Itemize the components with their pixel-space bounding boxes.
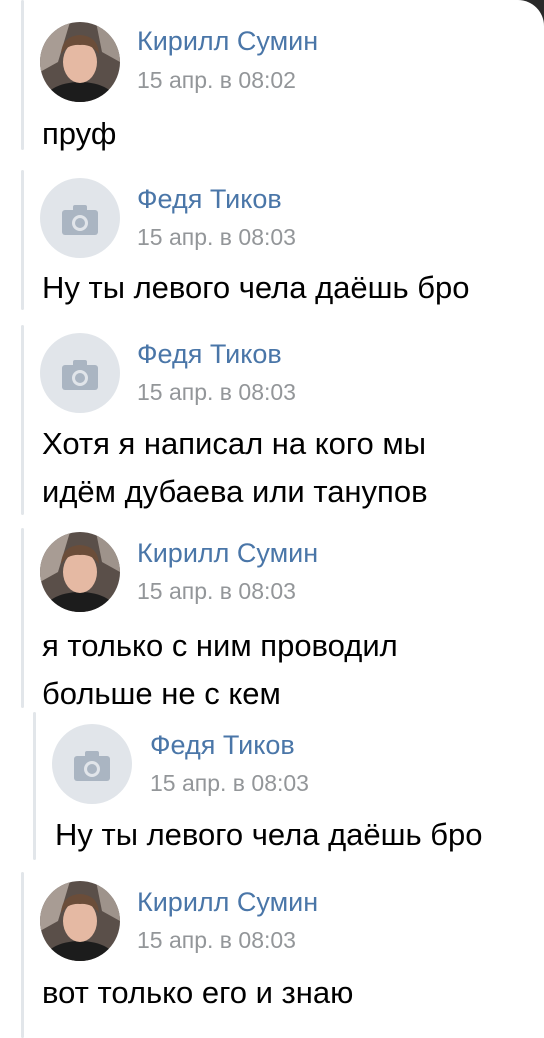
- user-photo-icon: [40, 532, 120, 612]
- user-avatar[interactable]: [52, 724, 132, 804]
- user-photo-icon: [40, 22, 120, 102]
- author-name[interactable]: Федя Тиков: [150, 730, 295, 761]
- message: Федя Тиков 15 апр. в 08:03 Ну ты левого …: [0, 170, 544, 310]
- message-time: 15 апр. в 08:03: [150, 770, 309, 796]
- message-time: 15 апр. в 08:03: [137, 578, 296, 604]
- author-name[interactable]: Федя Тиков: [137, 339, 282, 370]
- message-time: 15 апр. в 08:03: [137, 379, 296, 405]
- camera-icon: [40, 178, 120, 258]
- message: Кирилл Сумин 15 апр. в 08:02 пруф: [0, 0, 544, 151]
- message-text-line: Ну ты левого чела даёшь бро: [55, 817, 483, 852]
- forwarded-message[interactable]: Федя Тиков 15 апр. в 08:03 Ну ты левого …: [0, 712, 544, 862]
- user-avatar[interactable]: [40, 22, 120, 102]
- quote-bar: [33, 712, 36, 860]
- message: Федя Тиков 15 апр. в 08:03 Хотя я написа…: [0, 325, 544, 515]
- message-divider-bar: [21, 0, 24, 150]
- message-text-line: больше не с кем: [42, 676, 281, 711]
- camera-icon: [40, 333, 120, 413]
- user-photo-icon: [40, 881, 120, 961]
- camera-icon: [52, 724, 132, 804]
- message-time: 15 апр. в 08:03: [137, 927, 296, 953]
- message-text-line: Хотя я написал на кого мы: [42, 426, 426, 461]
- author-name[interactable]: Кирилл Сумин: [137, 538, 318, 569]
- message-text-line: идём дубаева или танупов: [42, 474, 428, 509]
- user-avatar[interactable]: [40, 881, 120, 961]
- message-text-line: пруф: [42, 116, 117, 151]
- message-time: 15 апр. в 08:03: [137, 224, 296, 250]
- message-text-line: вот только его и знаю: [42, 975, 354, 1010]
- author-name[interactable]: Кирилл Сумин: [137, 26, 318, 57]
- user-avatar[interactable]: [40, 333, 120, 413]
- author-name[interactable]: Федя Тиков: [137, 184, 282, 215]
- user-avatar[interactable]: [40, 532, 120, 612]
- message: Кирилл Сумин 15 апр. в 08:03 я только с …: [0, 528, 544, 718]
- author-name[interactable]: Кирилл Сумин: [137, 887, 318, 918]
- message-text-line: Ну ты левого чела даёшь бро: [42, 270, 470, 305]
- message-divider-bar: [21, 872, 24, 1038]
- user-avatar[interactable]: [40, 178, 120, 258]
- message-divider-bar: [21, 170, 24, 310]
- message-time: 15 апр. в 08:02: [137, 67, 296, 93]
- message: Кирилл Сумин 15 апр. в 08:03 вот только …: [0, 872, 544, 1038]
- message-divider-bar: [21, 325, 24, 515]
- message-text-line: я только с ним проводил: [42, 628, 398, 663]
- message-thread: Кирилл Сумин 15 апр. в 08:02 пруф Федя Т…: [0, 0, 544, 1038]
- message-divider-bar: [21, 528, 24, 708]
